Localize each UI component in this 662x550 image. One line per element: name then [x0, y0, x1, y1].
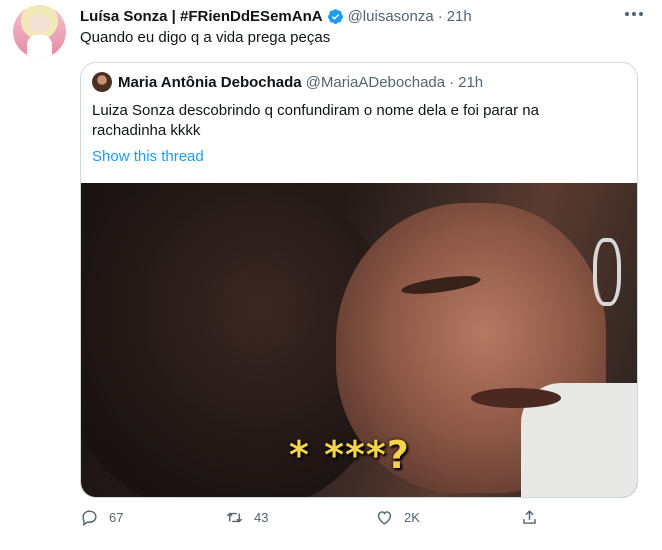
share-icon — [523, 510, 536, 524]
share-button[interactable] — [520, 508, 539, 527]
verified-badge-icon — [327, 8, 343, 24]
tweet-header: Luísa Sonza | #FRienDdESemAnA @luisasonz… — [80, 6, 472, 26]
tweet-text: Quando eu digo q a vida prega peças — [80, 29, 331, 46]
quoted-author-handle[interactable]: @MariaADebochada — [306, 74, 445, 91]
reply-button[interactable]: 67 — [80, 508, 123, 527]
more-icon[interactable] — [624, 10, 644, 18]
quoted-media-image[interactable]: * ***? — [81, 183, 637, 497]
retweet-button[interactable]: 43 — [225, 508, 268, 527]
separator-dot: · — [437, 7, 443, 25]
media-earring-shape — [593, 238, 621, 306]
quoted-tweet[interactable]: Maria Antônia Debochada @MariaADebochada… — [80, 62, 638, 498]
author-name[interactable]: Luísa Sonza | #FRienDdESemAnA — [80, 8, 323, 25]
like-icon — [377, 511, 392, 525]
author-avatar[interactable] — [13, 5, 66, 58]
quoted-author-avatar[interactable] — [92, 72, 112, 92]
author-handle[interactable]: @luisasonza — [348, 8, 434, 25]
quoted-tweet-header: Maria Antônia Debochada @MariaADebochada… — [118, 72, 483, 92]
media-caption: * ***? — [289, 433, 410, 477]
tweet[interactable]: Luísa Sonza | #FRienDdESemAnA @luisasonz… — [0, 0, 662, 550]
show-thread-link[interactable]: Show this thread — [92, 148, 204, 165]
tweet-actions: 67 43 2K — [80, 508, 560, 528]
quoted-separator-dot: · — [449, 73, 455, 91]
quoted-tweet-time[interactable]: 21h — [458, 74, 483, 91]
avatar-figure — [27, 35, 52, 58]
reply-count: 67 — [109, 510, 124, 525]
tweet-time[interactable]: 21h — [447, 8, 472, 25]
like-button[interactable]: 2K — [375, 508, 420, 527]
quoted-tweet-text: Luiza Sonza descobrindo q confundiram o … — [92, 102, 539, 139]
quoted-author-name[interactable]: Maria Antônia Debochada — [118, 74, 302, 91]
retweet-icon — [226, 512, 243, 523]
like-count: 2K — [404, 510, 420, 525]
reply-icon — [82, 510, 97, 527]
media-mouth-shape — [471, 388, 561, 408]
retweet-count: 43 — [254, 510, 269, 525]
